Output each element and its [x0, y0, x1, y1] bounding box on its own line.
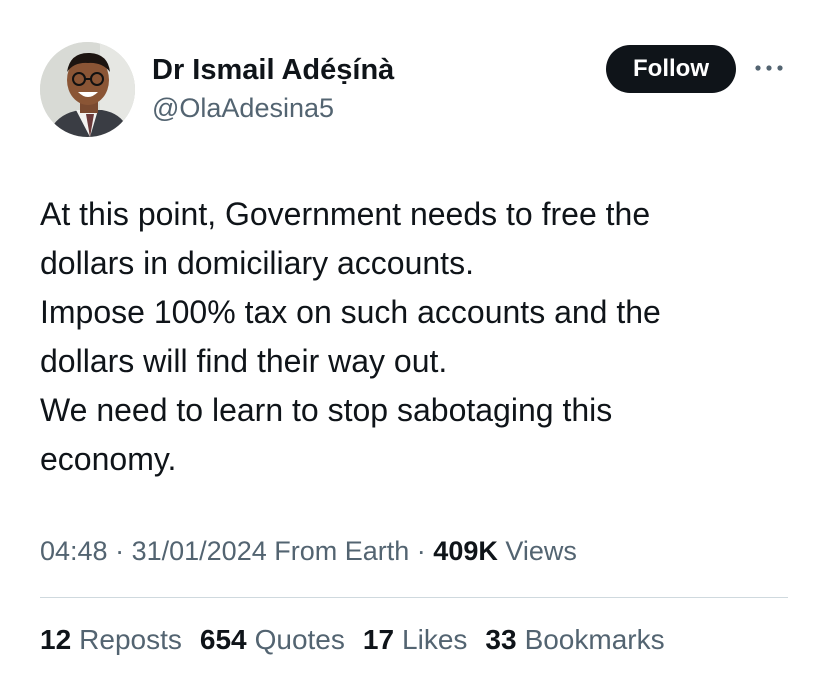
separator-dot: ·: [115, 536, 132, 566]
engagement-stats: 12 Reposts 654 Quotes 17 Likes 33 Bookmarks: [40, 621, 665, 659]
quotes-stat[interactable]: 654 Quotes: [200, 621, 345, 659]
tweet-text-line: dollars will find their way out.: [40, 343, 448, 379]
tweet-metadata: 04:48 · 31/01/2024 From Earth · 409K Vie…: [40, 533, 577, 569]
tweet-source: From Earth: [274, 536, 410, 566]
avatar[interactable]: [40, 42, 135, 137]
tweet-text-line: dollars in domiciliary accounts.: [40, 245, 474, 281]
more-horizontal-icon[interactable]: [752, 56, 786, 80]
bookmarks-label: Bookmarks: [524, 624, 665, 655]
views-label: Views: [505, 536, 577, 566]
likes-count: 17: [362, 624, 395, 655]
tweet-header: Dr Ismail Adéṣínà @OlaAdesina5 Follow: [40, 42, 788, 138]
likes-label: Likes: [402, 624, 468, 655]
separator-dot: ·: [416, 536, 434, 566]
reposts-label: Reposts: [79, 624, 182, 655]
reposts-stat[interactable]: 12 Reposts: [40, 621, 182, 659]
tweet-text: At this point, Government needs to free …: [40, 190, 790, 484]
tweet-text-line: At this point, Government needs to free …: [40, 196, 651, 232]
display-name[interactable]: Dr Ismail Adéṣínà: [152, 52, 394, 88]
bookmarks-count: 33: [485, 624, 517, 655]
divider: [40, 597, 788, 598]
tweet-time[interactable]: 04:48: [40, 536, 108, 566]
follow-button[interactable]: Follow: [606, 45, 736, 93]
username-handle[interactable]: @OlaAdesina5: [152, 91, 394, 125]
quotes-count: 654: [199, 624, 247, 655]
reposts-count: 12: [40, 624, 72, 655]
likes-stat[interactable]: 17 Likes: [363, 621, 468, 659]
tweet-date[interactable]: 31/01/2024: [132, 536, 267, 566]
tweet-text-line: economy.: [40, 441, 177, 477]
quotes-label: Quotes: [254, 624, 345, 655]
bookmarks-stat[interactable]: 33 Bookmarks: [485, 621, 664, 659]
tweet-text-line: Impose 100% tax on such accounts and the: [40, 294, 661, 330]
user-info[interactable]: Dr Ismail Adéṣínà @OlaAdesina5: [152, 52, 394, 125]
views-count: 409K: [433, 536, 498, 566]
tweet-text-line: We need to learn to stop sabotaging this: [40, 392, 613, 428]
